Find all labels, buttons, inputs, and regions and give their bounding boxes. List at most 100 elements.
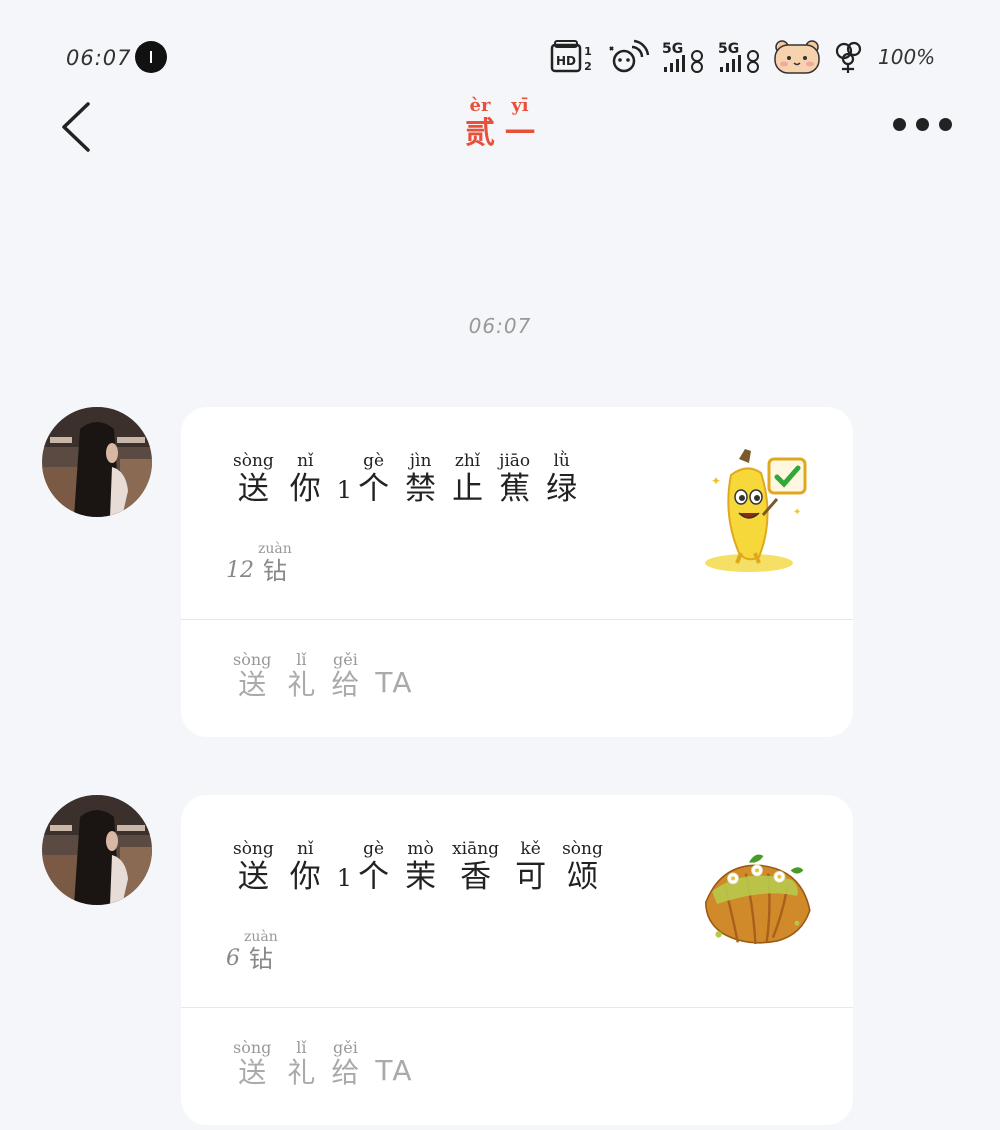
hd-label: HD: [556, 54, 576, 68]
gift-price: 6 zuàn 钻: [226, 929, 294, 973]
battery-percent: 100%: [878, 45, 936, 69]
send-gift-button[interactable]: sòng 送 lǐ 礼 gěi 给 TA: [233, 651, 414, 701]
chevron-left-icon: [62, 102, 90, 152]
pinyin: jiāo: [499, 451, 531, 471]
gift-card[interactable]: sòng 送 nǐ 你 1 gè 个 jìn 禁 zhǐ 止 jiāo 蕉 lǜ…: [181, 407, 853, 737]
croissant-gift-icon: [701, 833, 813, 967]
flower-icon: [832, 39, 864, 75]
hanzi: 礼: [287, 1056, 316, 1089]
pinyin: lǐ: [296, 1038, 307, 1057]
bear-sticker-icon: [772, 39, 822, 75]
hanzi: 礼: [287, 668, 316, 701]
ruby-word: gěi 给: [331, 651, 359, 701]
ruby-word: jìn 禁: [405, 451, 436, 507]
gift-message: sòng 送 nǐ 你 1 gè 个 mò 茉 xiāng 香 kě 可 sòn…: [0, 795, 1000, 1125]
cta-suffix: TA: [375, 666, 414, 699]
pinyin: nǐ: [297, 839, 314, 859]
hanzi: 绿: [546, 471, 578, 507]
price-number: 6: [226, 946, 240, 971]
svg-text:2: 2: [584, 60, 592, 73]
ruby-word: jiāo 蕉: [499, 451, 530, 507]
cta-suffix: TA: [375, 1054, 414, 1087]
pinyin: gěi: [333, 650, 358, 669]
ruby-word: sòng 送: [233, 1039, 271, 1089]
hanzi: 给: [331, 668, 360, 701]
signal-5g-icon: 5G: [660, 39, 706, 75]
hanzi: 茉: [405, 859, 437, 895]
svg-text:1: 1: [584, 45, 592, 58]
price-unit: zuàn 钻: [258, 541, 292, 585]
count-number: 1: [336, 864, 353, 892]
hanzi: 可: [515, 859, 547, 895]
ruby-word: lǜ 绿: [546, 451, 577, 507]
hanzi: 送: [237, 471, 269, 507]
ruby-word: lǐ 礼: [287, 651, 315, 701]
gift-message: sòng 送 nǐ 你 1 gè 个 jìn 禁 zhǐ 止 jiāo 蕉 lǜ…: [0, 407, 1000, 737]
pinyin: mò: [407, 839, 434, 859]
hanzi: 个: [358, 471, 390, 507]
pinyin: zuàn: [244, 929, 278, 945]
dot-icon: [939, 118, 952, 131]
pinyin: zuàn: [258, 541, 292, 557]
pinyin: sòng: [233, 650, 272, 669]
pinyin: xiāng: [452, 839, 500, 859]
ruby-word: sòng 送: [233, 451, 274, 507]
ruby-word: lǐ 礼: [287, 1039, 315, 1089]
dot-icon: [893, 118, 906, 131]
pinyin: sòng: [233, 451, 274, 471]
gift-card[interactable]: sòng 送 nǐ 你 1 gè 个 mò 茉 xiāng 香 kě 可 sòn…: [181, 795, 853, 1125]
ruby-word: nǐ 你: [290, 451, 321, 507]
svg-text:✦: ✦: [711, 474, 721, 488]
pinyin: zhǐ: [454, 451, 481, 471]
banana-gift-icon: ✦ ✦: [701, 445, 813, 579]
pinyin: gè: [363, 451, 385, 471]
status-bar: 06:07 HD 1 2 5G 5G 100%: [0, 0, 1000, 110]
hanzi: 送: [238, 668, 267, 701]
pinyin: gěi: [333, 1038, 358, 1057]
pinyin: lǜ: [553, 451, 570, 471]
pinyin: jìn: [409, 451, 432, 471]
divider: [181, 619, 853, 620]
back-button[interactable]: [58, 100, 98, 154]
divider: [181, 1007, 853, 1008]
ruby-word: sòng 送: [233, 839, 274, 895]
hanzi: 钻: [248, 945, 273, 973]
count-number: 1: [336, 476, 353, 504]
wifi-icon: [606, 39, 650, 75]
hanzi: 禁: [405, 471, 437, 507]
ruby-word: mò 茉: [405, 839, 436, 895]
dot-icon: [916, 118, 929, 131]
page-title: èr 贰 yī 一: [455, 96, 545, 152]
avatar[interactable]: [42, 407, 152, 517]
svg-text:✦: ✦: [793, 507, 801, 518]
gift-info: sòng 送 nǐ 你 1 gè 个 mò 茉 xiāng 香 kě 可 sòn…: [181, 795, 853, 1007]
more-options-button[interactable]: [893, 118, 957, 134]
ruby-word: gěi 给: [331, 1039, 359, 1089]
pinyin: sòng: [233, 839, 274, 859]
hanzi: 蕉: [499, 471, 531, 507]
chat-timestamp: 06:07: [468, 314, 532, 338]
send-gift-button[interactable]: sòng 送 lǐ 礼 gěi 给 TA: [233, 1039, 414, 1089]
pinyin: sòng: [562, 839, 603, 859]
title-word: yī 一: [505, 95, 535, 152]
net2-label: 5G: [718, 41, 739, 57]
ruby-word: sòng 颂: [562, 839, 603, 895]
ruby-word: nǐ 你: [290, 839, 321, 895]
avatar[interactable]: [42, 795, 152, 905]
hanzi: 你: [289, 859, 321, 895]
price-number: 12: [226, 558, 254, 583]
status-icons: HD 1 2 5G 5G 100%: [550, 38, 935, 76]
pinyin: lǐ: [296, 650, 307, 669]
hanzi: 止: [452, 471, 484, 507]
hanzi: 个: [358, 859, 390, 895]
pinyin: gè: [363, 839, 385, 859]
signal-5g-icon: 5G: [716, 39, 762, 75]
hanzi: 你: [289, 471, 321, 507]
notification-dot-icon: [135, 41, 167, 73]
ruby-word: gè 个: [358, 451, 389, 507]
hanzi: 钻: [262, 557, 287, 585]
ruby-word: zhǐ 止: [452, 451, 483, 507]
hanzi: 送: [237, 859, 269, 895]
net1-label: 5G: [662, 41, 683, 57]
hanzi: 给: [331, 1056, 360, 1089]
